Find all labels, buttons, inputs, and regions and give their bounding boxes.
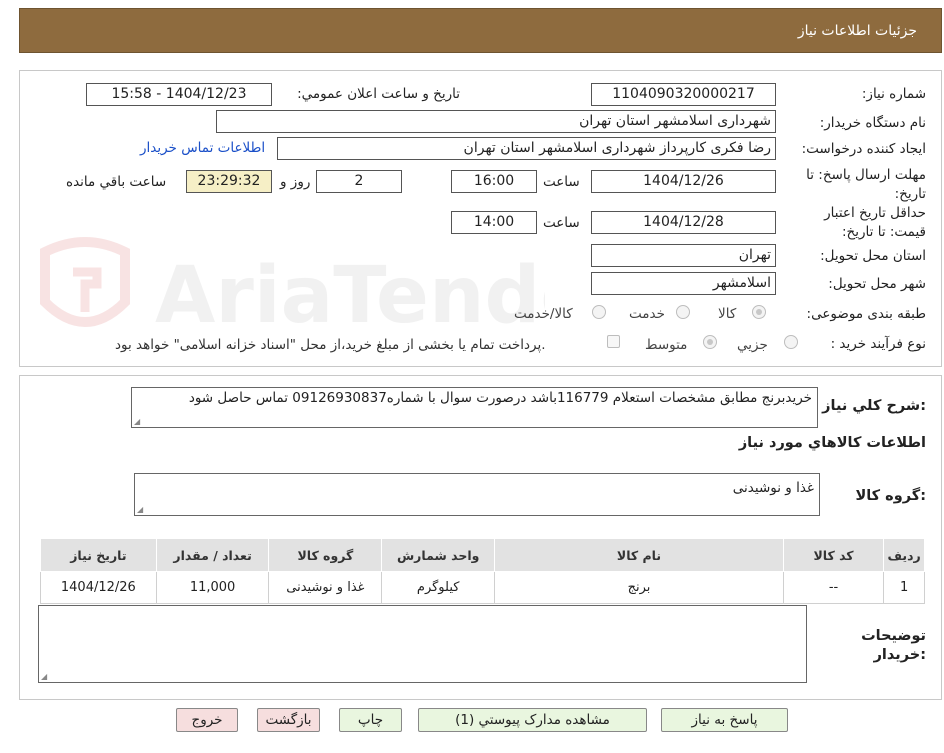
days-label: روز و (280, 174, 311, 190)
buyer-contact-link[interactable]: اطلاعات تماس خريدار (140, 140, 265, 156)
cell-unit: کیلوگرم (381, 571, 496, 604)
reply-button[interactable]: پاسخ به نياز (661, 708, 788, 732)
column-header-quantity: تعداد / مقدار (155, 538, 270, 572)
description-textarea: خریدبرنج مطابق مشخصات استعلام 116779باشد… (131, 387, 818, 428)
exit-button[interactable]: خروج (176, 708, 238, 732)
cell-need-date: 1404/12/26 (40, 571, 157, 604)
validity-time-field: 14:00 (451, 211, 537, 234)
table-header-row: رديف کد کالا نام کالا واحد شمارش گروه کا… (40, 538, 925, 572)
process-medium-label: متوسط (645, 337, 688, 353)
cell-row-number: 1 (883, 571, 925, 604)
process-type-label: نوع فرآيند خريد : (830, 336, 926, 352)
resize-handle-icon: ◢ (134, 417, 141, 426)
buyer-notes-textarea: ◢ (38, 605, 807, 683)
city-label: شهر محل تحويل: (828, 276, 926, 292)
deadline-time-label: ساعت (543, 174, 580, 190)
remaining-time-label: ساعت باقي مانده (66, 174, 167, 190)
column-header-item-name: نام کالا (494, 538, 784, 572)
announce-datetime-label: تاریخ و ساعت اعلان عمومي: (297, 86, 460, 102)
category-service-radio[interactable] (676, 305, 690, 319)
buyer-notes-label-line2: خريدار: (873, 647, 926, 663)
process-minor-radio[interactable] (784, 335, 798, 349)
remaining-time-field: 23:29:32 (186, 170, 272, 193)
column-header-item-code: کد کالا (782, 538, 885, 572)
need-number-field: 1104090320000217 (591, 83, 776, 106)
remaining-days-field: 2 (316, 170, 402, 193)
table-row: 1 -- برنج کیلوگرم غذا و نوشیدنی 11,000 1… (40, 571, 925, 604)
announce-datetime-field: 1404/12/23 - 15:58 (86, 83, 272, 106)
print-button[interactable]: چاپ (339, 708, 402, 732)
category-goods-radio[interactable] (752, 305, 766, 319)
validity-time-label: ساعت (543, 215, 580, 231)
process-medium-radio[interactable] (703, 335, 717, 349)
buyer-org-label: نام دستگاه خريدار: (819, 115, 926, 131)
goods-group-value: غذا و نوشیدنی (732, 480, 814, 496)
category-goods-service-radio[interactable] (592, 305, 606, 319)
treasury-payment-checkbox[interactable] (607, 335, 620, 348)
deadline-label: مهلت ارسال پاسخ: تا تاریخ: (806, 167, 926, 202)
resize-handle-icon: ◢ (41, 672, 48, 681)
city-field: اسلامشهر (591, 272, 776, 295)
description-label: شرح کلي نياز: (822, 398, 926, 414)
column-header-group: گروه کالا (268, 538, 383, 572)
validity-date-field: 1404/12/28 (591, 211, 776, 234)
deadline-time-field: 16:00 (451, 170, 537, 193)
goods-group-label: گروه کالا: (855, 488, 926, 504)
validity-label: حداقل تاريخ اعتبار قيمت: تا تاريخ: (824, 205, 926, 240)
province-field: تهران (591, 244, 776, 267)
items-table: رديف کد کالا نام کالا واحد شمارش گروه کا… (40, 538, 925, 604)
deadline-date-field: 1404/12/26 (591, 170, 776, 193)
column-header-row-number: رديف (883, 538, 925, 572)
creator-label: ايجاد کننده درخواست: (801, 141, 926, 157)
cell-quantity: 11,000 (155, 571, 270, 604)
cell-item-name: برنج (494, 571, 784, 604)
column-header-need-date: تاریخ نیاز (40, 538, 157, 572)
page-header: جزئیات اطلاعات نیاز (19, 8, 942, 53)
goods-group-field: غذا و نوشیدنی ◢ (134, 473, 820, 516)
back-button[interactable]: بازگشت (257, 708, 320, 732)
category-service-label: خدمت (629, 306, 665, 322)
category-goods-label: کالا (718, 306, 737, 322)
province-label: استان محل تحويل: (820, 248, 926, 264)
page-title: جزئیات اطلاعات نیاز (797, 23, 917, 39)
treasury-payment-note: پرداخت تمام يا بخشی از مبلغ خريد،از محل … (115, 337, 546, 353)
column-header-unit: واحد شمارش (381, 538, 496, 572)
buyer-org-field: شهرداری اسلامشهر استان تهران (216, 110, 776, 133)
process-minor-label: جزيي (737, 337, 768, 353)
resize-handle-icon: ◢ (137, 505, 144, 514)
cell-group: غذا و نوشیدنی (268, 571, 383, 604)
watermark-text: AriaTender.neT (155, 251, 545, 341)
creator-field: رضا فکری کارپرداز شهرداری اسلامشهر استان… (277, 137, 776, 160)
category-goods-service-label: کالا/خدمت (514, 306, 573, 322)
category-label: طبقه بندی موضوعی: (806, 306, 926, 322)
description-text: خریدبرنج مطابق مشخصات استعلام 116779باشد… (188, 390, 812, 406)
cell-item-code: -- (782, 571, 885, 604)
buyer-notes-label-line1: توضيحات (861, 628, 926, 644)
goods-section-title: اطلاعات کالاهاي مورد نياز (738, 435, 926, 451)
view-attachments-button[interactable]: مشاهده مدارک پيوستي (1) (418, 708, 647, 732)
need-number-label: شماره نیاز: (861, 86, 926, 102)
